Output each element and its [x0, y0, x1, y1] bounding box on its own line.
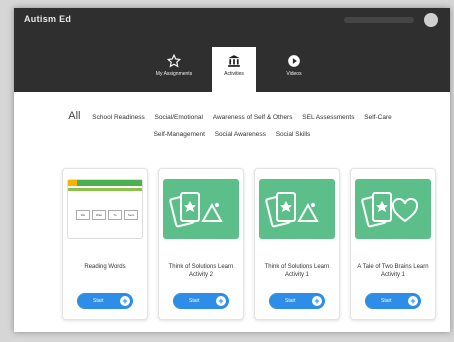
top-navigation-bar: Autism Ed My Assignments Activities Vide…: [14, 8, 450, 92]
app-window: Autism Ed My Assignments Activities Vide…: [14, 8, 450, 332]
card-title: Think of Solutions Learn Activity 1: [264, 264, 330, 278]
start-label: Start: [381, 298, 392, 304]
thumbnail-progress-bar: [68, 188, 142, 191]
bank-building-icon: [228, 55, 240, 67]
plus-icon: +: [120, 296, 130, 306]
filter-awareness-self-others[interactable]: Awareness of Self & Others: [213, 114, 293, 121]
filter-self-management[interactable]: Self-Management: [154, 131, 205, 138]
tab-label: Videos: [286, 71, 302, 77]
card-title: Reading Words: [84, 264, 126, 270]
start-label: Start: [285, 298, 296, 304]
tab-videos[interactable]: Videos: [272, 47, 316, 92]
star-outline-icon: [167, 54, 181, 68]
plus-icon: +: [216, 296, 226, 306]
start-label: Start: [93, 298, 104, 304]
filter-social-skills[interactable]: Social Skills: [276, 131, 311, 138]
avatar[interactable]: [424, 13, 438, 27]
filter-row-2: Self-Management Social Awareness Social …: [14, 126, 450, 143]
cards-mountain-thumbnail: [259, 179, 335, 239]
cards-mountain-icon: [265, 192, 319, 228]
start-button[interactable]: Start +: [269, 293, 325, 309]
start-button[interactable]: Start +: [365, 293, 421, 309]
word-chip: To: [108, 210, 122, 220]
thumbnail-header-bar: [68, 180, 142, 186]
tab-label: Activities: [224, 71, 244, 77]
card-title: Think of Solutions Learn Activity 2: [168, 264, 234, 278]
cards-mountain-thumbnail: [163, 179, 239, 239]
play-circle-icon: [288, 55, 300, 67]
filter-sel-assessments[interactable]: SEL Assessments: [302, 114, 354, 121]
word-chip: Sent: [124, 210, 138, 220]
plus-icon: +: [408, 296, 418, 306]
app-brand: Autism Ed: [24, 14, 72, 24]
top-right-text: [344, 17, 414, 23]
word-chip: We: [76, 210, 90, 220]
filter-school-readiness[interactable]: School Readiness: [92, 114, 144, 121]
reading-words-thumbnail: We Was To Sent: [67, 179, 143, 239]
card-title: A Tale of Two Brains Learn Activity 1: [357, 264, 429, 278]
tab-my-assignments[interactable]: My Assignments: [152, 47, 196, 92]
cards-heart-icon: [361, 192, 419, 228]
filter-self-care[interactable]: Self-Care: [364, 114, 391, 121]
plus-icon: +: [312, 296, 322, 306]
tab-label: My Assignments: [155, 71, 193, 77]
start-label: Start: [189, 298, 200, 304]
activity-card[interactable]: Think of Solutions Learn Activity 1 Star…: [254, 168, 340, 320]
filter-all[interactable]: All: [68, 110, 80, 122]
filter-social-awareness[interactable]: Social Awareness: [215, 131, 266, 138]
activity-card[interactable]: Think of Solutions Learn Activity 2 Star…: [158, 168, 244, 320]
cards-mountain-icon: [169, 192, 223, 228]
activity-card[interactable]: We Was To Sent Reading Words Start +: [62, 168, 148, 320]
activity-card[interactable]: A Tale of Two Brains Learn Activity 1 St…: [350, 168, 436, 320]
filter-row-1: All School Readiness Social/Emotional Aw…: [14, 108, 450, 126]
tab-activities[interactable]: Activities: [212, 47, 256, 92]
start-button[interactable]: Start +: [77, 293, 133, 309]
category-filters: All School Readiness Social/Emotional Aw…: [14, 108, 450, 143]
filter-social-emotional[interactable]: Social/Emotional: [155, 114, 203, 121]
word-chip: Was: [92, 210, 106, 220]
start-button[interactable]: Start +: [173, 293, 229, 309]
cards-heart-thumbnail: [355, 179, 431, 239]
